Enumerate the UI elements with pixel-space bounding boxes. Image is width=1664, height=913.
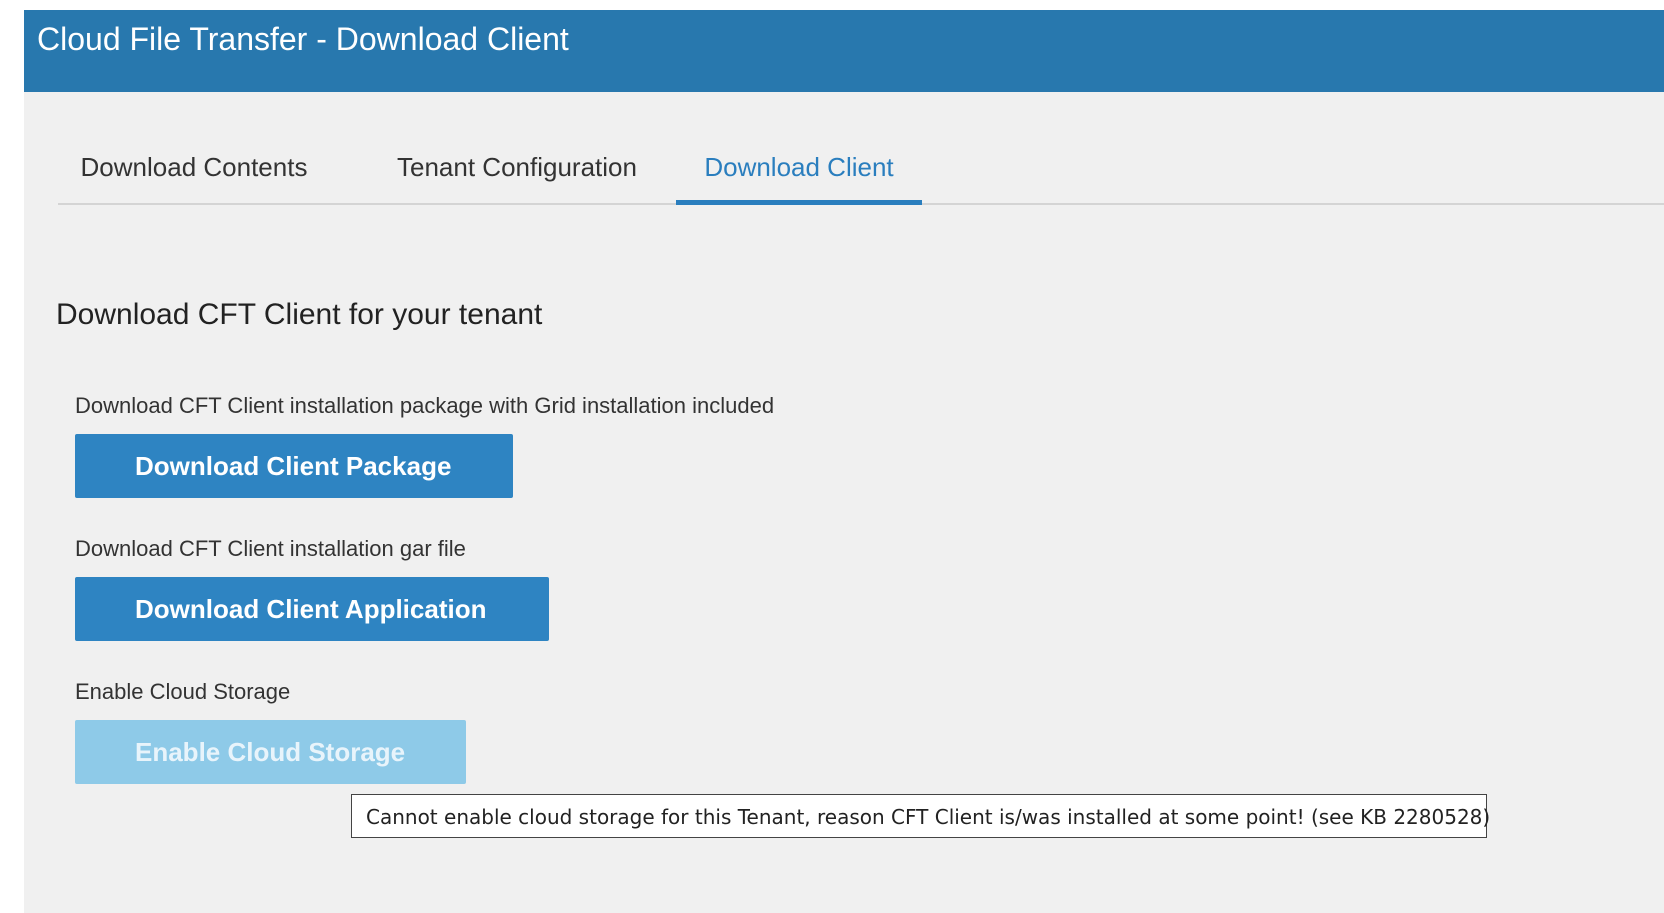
title-bar: Cloud File Transfer - Download Client [24, 10, 1664, 92]
app-window: Cloud File Transfer - Download Client Do… [24, 10, 1664, 913]
cloud-storage-tooltip: Cannot enable cloud storage for this Ten… [351, 794, 1490, 838]
app-title: Cloud File Transfer - Download Client [37, 21, 569, 57]
application-description: Download CFT Client installation gar fil… [75, 536, 466, 561]
tab-tenant-configuration[interactable]: Tenant Configuration [364, 143, 670, 203]
section-title: Download CFT Client for your tenant [56, 298, 543, 331]
package-description: Download CFT Client installation package… [75, 393, 775, 418]
tab-bar: Download Contents Tenant Configuration D… [58, 143, 1664, 205]
tab-download-contents[interactable]: Download Contents [58, 143, 330, 203]
tab-download-client[interactable]: Download Client [676, 143, 922, 205]
enable-cloud-storage-button[interactable]: Enable Cloud Storage [75, 720, 466, 784]
download-client-application-button[interactable]: Download Client Application [75, 577, 549, 641]
download-client-package-button[interactable]: Download Client Package [75, 434, 513, 498]
cloud-storage-description: Enable Cloud Storage [75, 679, 291, 704]
